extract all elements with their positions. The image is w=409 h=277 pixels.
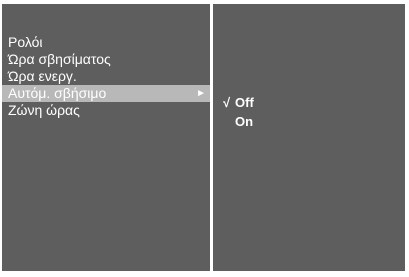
options-list: √ Off On	[213, 93, 254, 131]
main-menu-panel: Ρολόι Ώρα σβησίματος Ώρα ενεργ. Αυτόμ. σ…	[2, 4, 210, 271]
menu-item-label: Αυτόμ. σβήσιμο	[8, 85, 107, 101]
checkmark-icon: √	[223, 95, 231, 110]
menu-item-label: Ώρα ενεργ.	[8, 68, 77, 84]
menu-item-clock[interactable]: Ρολόι	[2, 34, 210, 51]
menu-item-time-zone[interactable]: Ζώνη ώρας	[2, 102, 210, 119]
arrow-right-icon: ►	[196, 88, 206, 99]
submenu-panel: √ Off On	[213, 4, 405, 271]
menu-item-off-time[interactable]: Ώρα σβησίματος	[2, 51, 210, 68]
menu-item-auto-off[interactable]: Αυτόμ. σβήσιμο ►	[2, 85, 210, 102]
option-on[interactable]: On	[213, 112, 254, 131]
menu-item-label: Ρολόι	[8, 34, 43, 50]
option-label: On	[235, 114, 254, 129]
menu-list: Ρολόι Ώρα σβησίματος Ώρα ενεργ. Αυτόμ. σ…	[2, 34, 210, 119]
menu-item-label: Ώρα σβησίματος	[8, 51, 111, 67]
menu-item-on-time[interactable]: Ώρα ενεργ.	[2, 68, 210, 85]
option-off[interactable]: √ Off	[213, 93, 254, 112]
osd-screen: Ρολόι Ώρα σβησίματος Ώρα ενεργ. Αυτόμ. σ…	[2, 4, 405, 271]
menu-item-label: Ζώνη ώρας	[8, 102, 80, 118]
option-label: Off	[235, 95, 254, 110]
